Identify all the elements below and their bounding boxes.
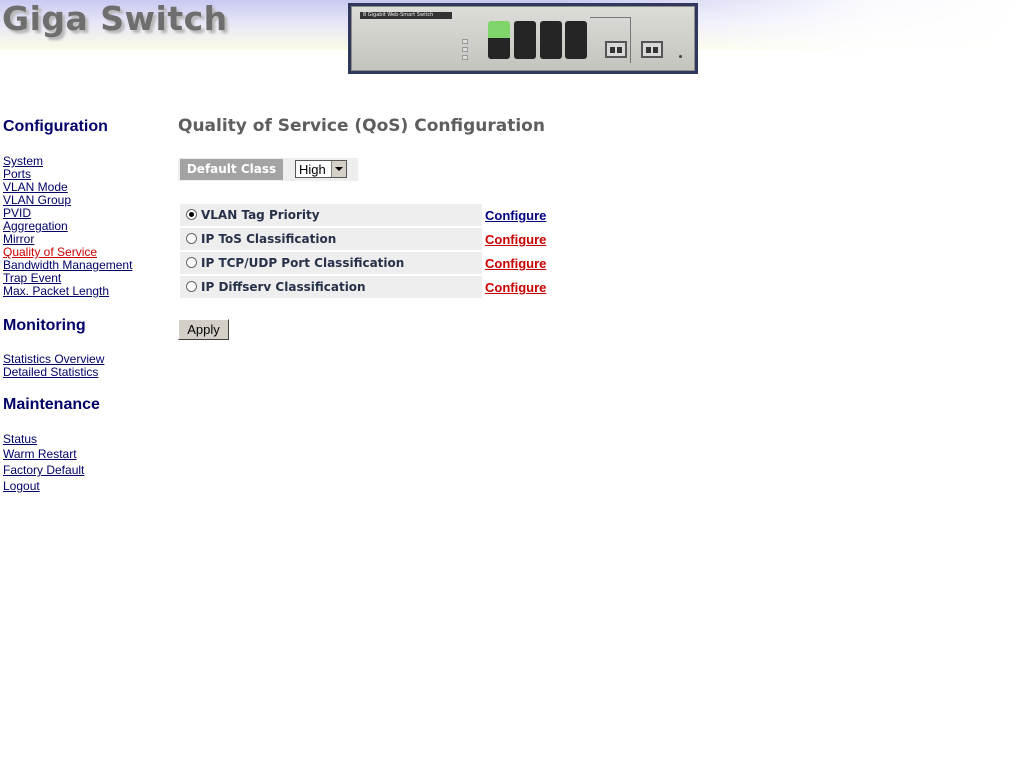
section-title-monitoring: Monitoring (3, 317, 86, 334)
qos-option-label: IP TCP/UDP Port Classification (201, 256, 405, 270)
nav-link-logout[interactable]: Logout (3, 479, 40, 493)
qos-option-cell: IP Diffserv Classification (180, 276, 482, 298)
ethernet-port-icon (565, 21, 587, 59)
qos-option-cell: IP TCP/UDP Port Classification (180, 252, 482, 274)
status-led (462, 39, 468, 44)
section-title-maintenance: Maintenance (3, 396, 100, 413)
sidebar: Configuration System Ports VLAN Mode VLA… (3, 117, 173, 493)
radio-ip-tos-classification[interactable] (186, 233, 197, 244)
qos-option-row: VLAN Tag Priority Configure (180, 204, 560, 228)
nav-list-monitoring: Statistics Overview Detailed Statistics (3, 351, 173, 379)
ethernet-port-icon (540, 21, 562, 59)
qos-option-cell: VLAN Tag Priority (180, 204, 482, 226)
sfp-port-icon (605, 41, 627, 58)
qos-option-label: VLAN Tag Priority (201, 208, 320, 222)
radio-vlan-tag-priority[interactable] (186, 209, 197, 220)
configure-link-ip-diffserv[interactable]: Configure (485, 280, 546, 295)
qos-option-label: IP Diffserv Classification (201, 280, 366, 294)
default-class-value: High (299, 162, 326, 177)
nav-list-configuration: System Ports VLAN Mode VLAN Group PVID A… (3, 153, 173, 298)
nav-list-maintenance: Status Warm Restart Factory Default Logo… (3, 430, 173, 493)
brand-logo: Giga Switch (2, 0, 228, 38)
qos-option-row: IP ToS Classification Configure (180, 228, 560, 252)
nav-link-warm-restart[interactable]: Warm Restart (3, 447, 77, 461)
nav-link-max-packet-length[interactable]: Max. Packet Length (3, 284, 109, 298)
configure-link-ip-tos[interactable]: Configure (485, 232, 546, 247)
default-class-select[interactable]: High (295, 160, 347, 178)
qos-mode-table: VLAN Tag Priority Configure IP ToS Class… (180, 204, 560, 300)
status-led (462, 47, 468, 52)
reset-button-icon (679, 55, 682, 58)
device-label: 8 Gigabit Web-Smart Switch (360, 12, 452, 19)
sidebar-section-monitoring: Monitoring Statistics Overview Detailed … (3, 316, 173, 379)
configure-link-vlan-tag-priority[interactable]: Configure (485, 208, 546, 223)
switch-front-panel: 8 Gigabit Web-Smart Switch (351, 6, 695, 71)
sidebar-section-configuration: Configuration System Ports VLAN Mode VLA… (3, 117, 173, 298)
configure-link-ip-tcp-udp-port[interactable]: Configure (485, 256, 546, 271)
sidebar-section-maintenance: Maintenance Status Warm Restart Factory … (3, 395, 173, 493)
default-class-row: Default Class High (178, 158, 358, 181)
nav-link-factory-default[interactable]: Factory Default (3, 463, 84, 477)
sfp-port-icon (641, 41, 663, 58)
ethernet-port-icon (488, 21, 510, 59)
page-title: Quality of Service (QoS) Configuration (178, 116, 545, 136)
qos-option-row: IP Diffserv Classification Configure (180, 276, 560, 300)
chevron-down-icon[interactable] (331, 161, 346, 177)
default-class-label: Default Class (180, 159, 283, 180)
qos-option-cell: IP ToS Classification (180, 228, 482, 250)
nav-link-detailed-statistics[interactable]: Detailed Statistics (3, 365, 98, 379)
section-title-configuration: Configuration (3, 118, 108, 135)
qos-option-row: IP TCP/UDP Port Classification Configure (180, 252, 560, 276)
radio-ip-diffserv-classification[interactable] (186, 281, 197, 292)
ethernet-port-icon (514, 21, 536, 59)
status-led (462, 55, 468, 60)
qos-option-label: IP ToS Classification (201, 232, 337, 246)
apply-button[interactable]: Apply (178, 319, 229, 340)
switch-device-image: 8 Gigabit Web-Smart Switch (348, 3, 698, 74)
nav-link-status[interactable]: Status (3, 432, 37, 446)
radio-ip-tcp-udp-port-classification[interactable] (186, 257, 197, 268)
